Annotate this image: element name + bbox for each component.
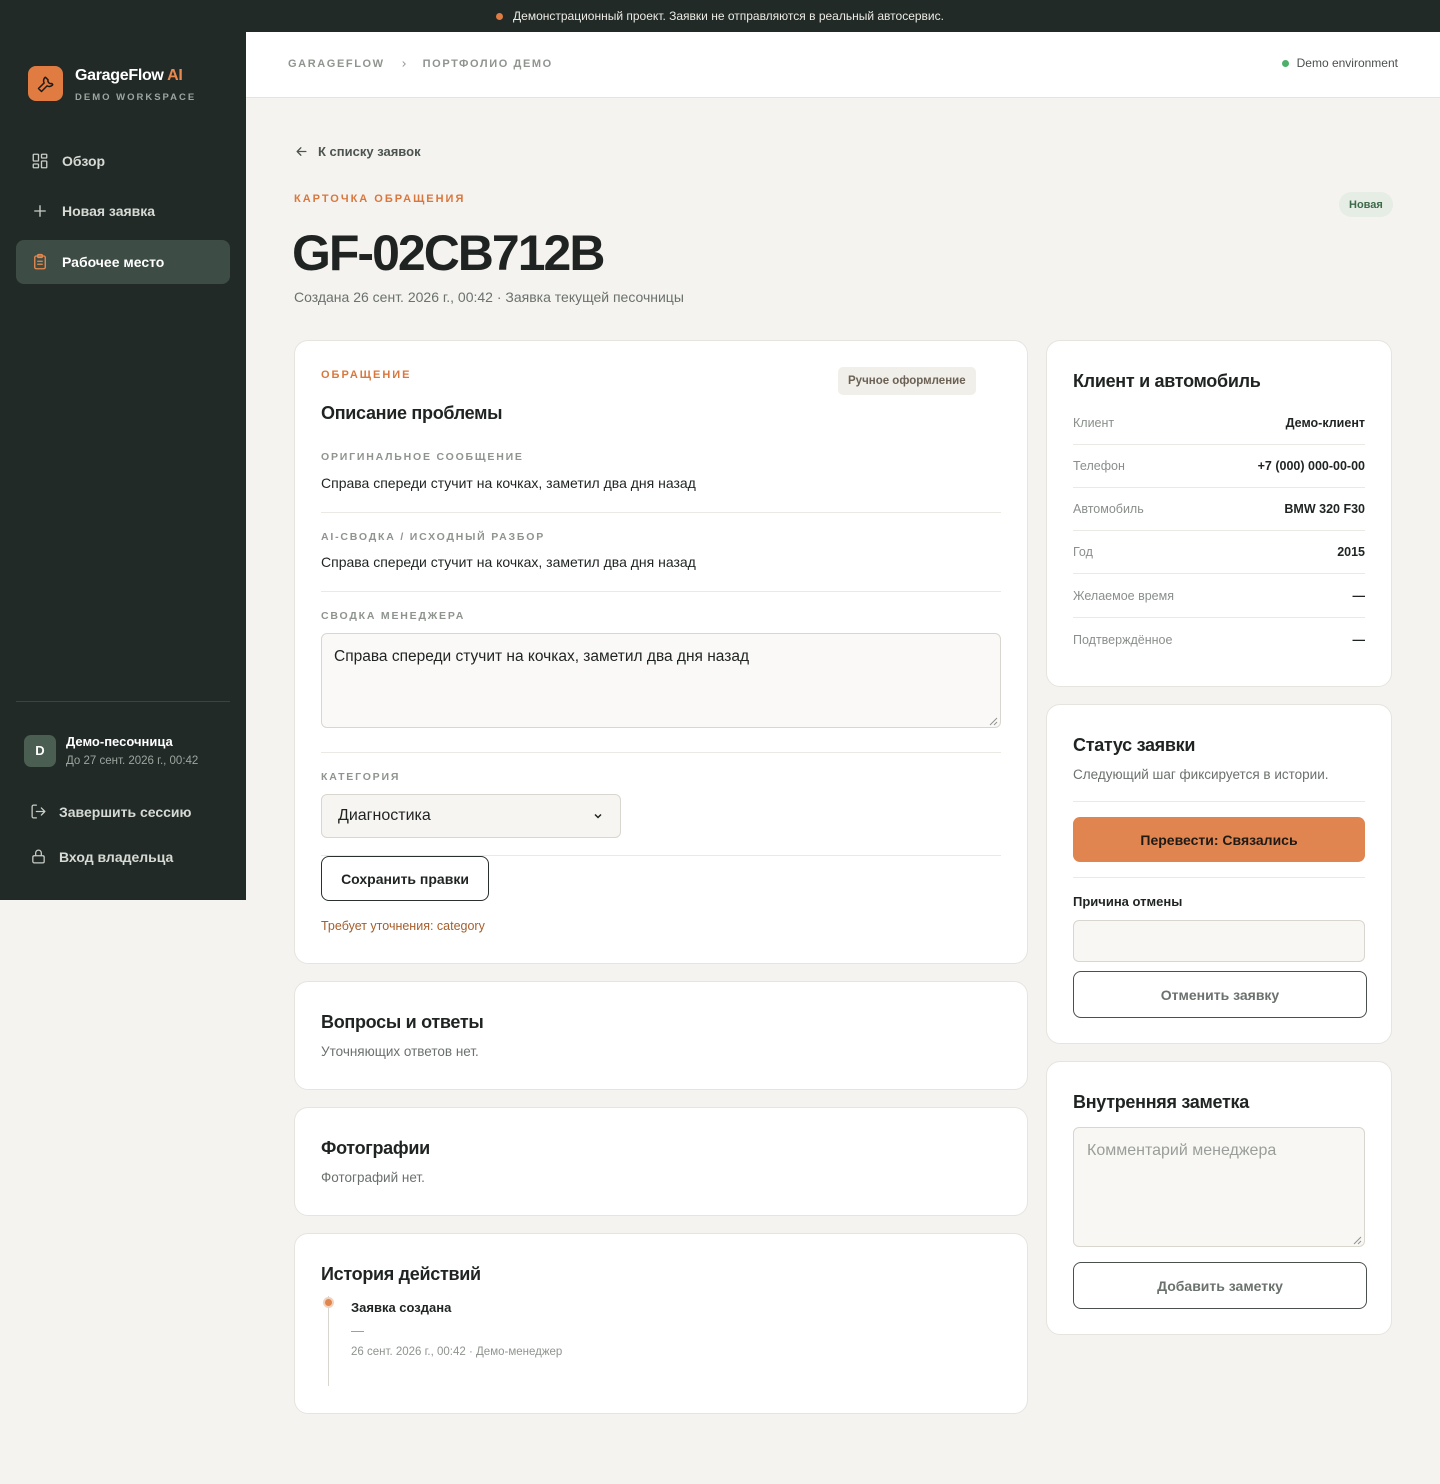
clipboard-icon — [34, 253, 46, 270]
owner-login-button[interactable]: Вход владельца — [30, 848, 173, 865]
breadcrumb-current: ПОРТФОЛИО ДЕМО — [422, 58, 553, 70]
desired-time-row: Желаемое время — — [1073, 575, 1365, 618]
client-row: Клиент Демо-клиент — [1073, 402, 1365, 445]
grid-icon — [32, 153, 48, 169]
brand-subtitle: DEMO WORKSPACE — [75, 92, 197, 103]
history-item-title: Заявка создана — [351, 1300, 452, 1315]
problem-title: Описание проблемы — [321, 403, 503, 423]
photos-title: Фотографии — [321, 1138, 430, 1158]
brand[interactable]: GarageFlow AI DEMO WORKSPACE — [28, 66, 196, 103]
brand-name: GarageFlow AI — [75, 67, 183, 84]
sandbox-user: D Демо-песочница До 27 сент. 2026 г., 00… — [24, 734, 198, 767]
status-dot-icon — [1281, 59, 1289, 67]
ai-summary-text: Справа спереди стучит на кочках, заметил… — [321, 554, 696, 570]
banner-text: Демонстрационный проект. Заявки не отпра… — [513, 9, 944, 23]
sidebar-item-label: Обзор — [62, 153, 106, 169]
note-card: Внутренняя заметка Комментарий менеджера… — [1046, 1061, 1392, 1335]
qa-card: Вопросы и ответы Уточняющих ответов нет. — [294, 981, 1028, 1090]
plus-icon — [34, 205, 46, 217]
manager-summary-label: СВОДКА МЕНЕДЖЕРА — [321, 610, 466, 622]
end-session-button[interactable]: Завершить сессию — [30, 803, 191, 820]
avatar: D — [24, 734, 56, 767]
car-row: Автомобиль BMW 320 F30 — [1073, 488, 1365, 531]
divider — [1073, 877, 1365, 878]
sidebar-item-new-request[interactable]: Новая заявка — [16, 189, 230, 233]
page-meta: Создана 26 сент. 2026 г., 00:42 · Заявка… — [294, 289, 684, 305]
note-title: Внутренняя заметка — [1073, 1092, 1249, 1112]
topbar: GARAGEFLOW ПОРТФОЛИО ДЕМО Demo environme… — [246, 32, 1440, 98]
request-eyebrow: ОБРАЩЕНИЕ — [321, 369, 412, 381]
note-textarea[interactable]: Комментарий менеджера — [1073, 1127, 1365, 1247]
timeline-line — [328, 1296, 329, 1386]
divider — [321, 752, 1001, 753]
sidebar-item-workspace[interactable]: Рабочее место — [16, 240, 230, 284]
environment-indicator: Demo environment — [1281, 56, 1398, 70]
sidebar: GarageFlow AI DEMO WORKSPACE Обзор Новая… — [0, 32, 246, 900]
status-subtitle: Следующий шаг фиксируется в истории. — [1073, 767, 1329, 782]
cancel-request-button[interactable]: Отменить заявку — [1073, 971, 1367, 1018]
request-card: ОБРАЩЕНИЕ Ручное оформление Описание про… — [294, 340, 1028, 964]
needs-clarification-note: Требует уточнения: category — [321, 919, 485, 933]
client-card: Клиент и автомобиль Клиент Демо-клиент Те… — [1046, 340, 1392, 687]
timeline-dot-icon — [323, 1297, 334, 1308]
sidebar-divider — [16, 701, 230, 702]
back-link[interactable]: К списку заявок — [294, 144, 421, 159]
sidebar-item-label: Новая заявка — [62, 203, 156, 219]
original-message-label: ОРИГИНАЛЬНОЕ СООБЩЕНИЕ — [321, 451, 524, 463]
status-title: Статус заявки — [1073, 735, 1196, 755]
arrow-left-icon — [296, 147, 307, 156]
client-title: Клиент и автомобиль — [1073, 371, 1261, 391]
page-eyebrow: КАРТОЧКА ОБРАЩЕНИЯ — [294, 193, 466, 205]
breadcrumb-root[interactable]: GARAGEFLOW — [288, 58, 385, 70]
status-card: Статус заявки Следующий шаг фиксируется … — [1046, 704, 1392, 1044]
lock-icon — [32, 849, 45, 864]
cancel-reason-input[interactable] — [1073, 920, 1365, 962]
photos-empty-text: Фотографий нет. — [321, 1170, 425, 1185]
category-select[interactable]: Диагностика — [321, 794, 621, 838]
save-changes-button[interactable]: Сохранить правки — [321, 856, 489, 901]
wrench-icon — [28, 66, 63, 101]
cancel-reason-label: Причина отмены — [1073, 894, 1183, 909]
category-label: КАТЕГОРИЯ — [321, 771, 401, 783]
manual-entry-badge: Ручное оформление — [838, 367, 976, 395]
warning-dot-icon — [496, 12, 504, 20]
demo-banner: Демонстрационный проект. Заявки не отпра… — [0, 0, 1440, 32]
divider — [1073, 801, 1365, 802]
confirmed-time-row: Подтверждённое — — [1073, 632, 1365, 647]
chevron-down-icon — [594, 813, 602, 819]
history-item-detail: — — [351, 1323, 364, 1338]
manager-summary-textarea[interactable]: Справа спереди стучит на кочках, заметил… — [321, 633, 1001, 728]
sidebar-item-overview[interactable]: Обзор — [16, 139, 230, 183]
page-title: GF-02CB712B — [292, 225, 605, 281]
year-row: Год 2015 — [1073, 531, 1365, 574]
session-expiry: До 27 сент. 2026 г., 00:42 — [66, 755, 199, 767]
status-badge: Новая — [1339, 192, 1393, 217]
advance-status-button[interactable]: Перевести: Связались — [1073, 817, 1365, 862]
qa-empty-text: Уточняющих ответов нет. — [321, 1044, 479, 1059]
history-title: История действий — [321, 1264, 481, 1284]
history-item-meta: 26 сент. 2026 г., 00:42 · Демо-менеджер — [351, 1346, 563, 1358]
qa-title: Вопросы и ответы — [321, 1012, 484, 1032]
history-card: История действий Заявка создана — 26 сен… — [294, 1233, 1028, 1414]
chevron-right-icon — [402, 61, 406, 67]
phone-row: Телефон +7 (000) 000-00-00 — [1073, 445, 1365, 488]
sidebar-item-label: Рабочее место — [62, 254, 165, 270]
user-name: Демо-песочница — [66, 734, 173, 749]
breadcrumb: GARAGEFLOW ПОРТФОЛИО ДЕМО — [288, 58, 553, 70]
logout-icon — [31, 804, 46, 819]
divider — [321, 512, 1001, 513]
resize-handle-icon[interactable] — [1353, 1236, 1362, 1245]
divider — [321, 591, 1001, 592]
add-note-button[interactable]: Добавить заметку — [1073, 1262, 1367, 1309]
ai-summary-label: AI-СВОДКА / ИСХОДНЫЙ РАЗБОР — [321, 531, 546, 543]
resize-handle-icon[interactable] — [989, 717, 998, 726]
photos-card: Фотографии Фотографий нет. — [294, 1107, 1028, 1216]
original-message-text: Справа спереди стучит на кочках, заметил… — [321, 475, 696, 491]
